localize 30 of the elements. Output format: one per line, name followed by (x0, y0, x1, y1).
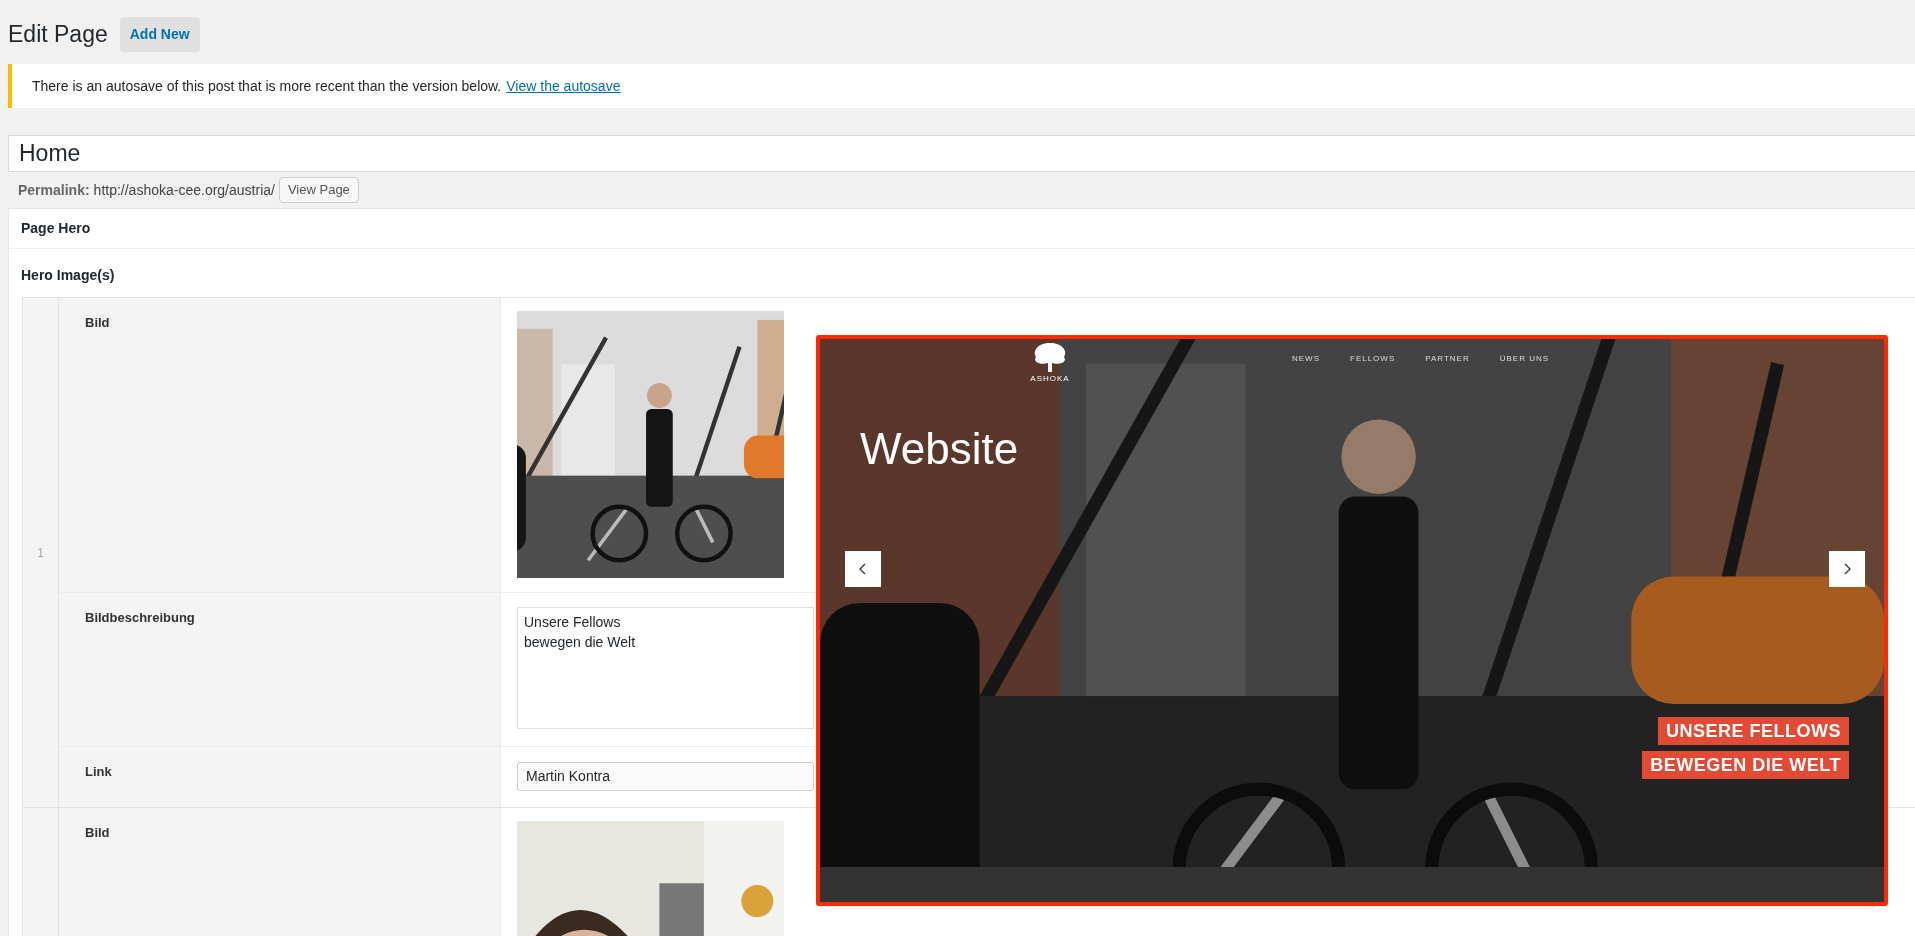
permalink-url[interactable]: http://ashoka-cee.org/austria/ (93, 179, 275, 201)
description-textarea[interactable]: Unsere Fellows bewegen die Welt (517, 607, 814, 729)
permalink-label: Permalink: (18, 180, 90, 200)
add-new-button[interactable]: Add New (119, 17, 200, 52)
chevron-left-icon (859, 563, 867, 575)
nav-link[interactable]: FELLOWS (1350, 353, 1396, 365)
title-field[interactable]: Home (8, 135, 1915, 172)
chevron-right-icon (1843, 563, 1851, 575)
hero-heading: Website (860, 427, 1019, 471)
caption-label: BEWEGEN DIE WELT (1642, 751, 1849, 779)
field-label: Bild (85, 825, 110, 840)
autosave-link[interactable]: View the autosave (506, 75, 621, 97)
caption-label: UNSERE FELLOWS (1658, 717, 1849, 745)
page-title: Edit Page (8, 23, 108, 46)
nav-link[interactable]: PARTNER (1425, 353, 1470, 365)
field-label: Bildbeschreibung (85, 610, 195, 625)
field-label: Link (85, 764, 112, 779)
logo-text: ASHOKA (1030, 373, 1070, 385)
field-label: Bild (85, 315, 110, 330)
metabox-title: Page Hero (21, 219, 91, 238)
field-label: Hero Image(s) (21, 267, 115, 283)
view-page-button[interactable]: View Page (278, 177, 359, 203)
row-handle[interactable] (23, 808, 59, 936)
nav-link[interactable]: ÜBER UNS (1499, 353, 1550, 365)
previous-slide-button[interactable] (845, 551, 881, 587)
row-number: 1 (37, 544, 44, 562)
notice-text: There is an autosave of this post that is more recent than the version below. (32, 76, 502, 96)
next-slide-button[interactable] (1829, 551, 1865, 587)
nav-link[interactable]: NEWS (1292, 353, 1320, 365)
link-select[interactable]: Martin Kontra (517, 762, 814, 791)
